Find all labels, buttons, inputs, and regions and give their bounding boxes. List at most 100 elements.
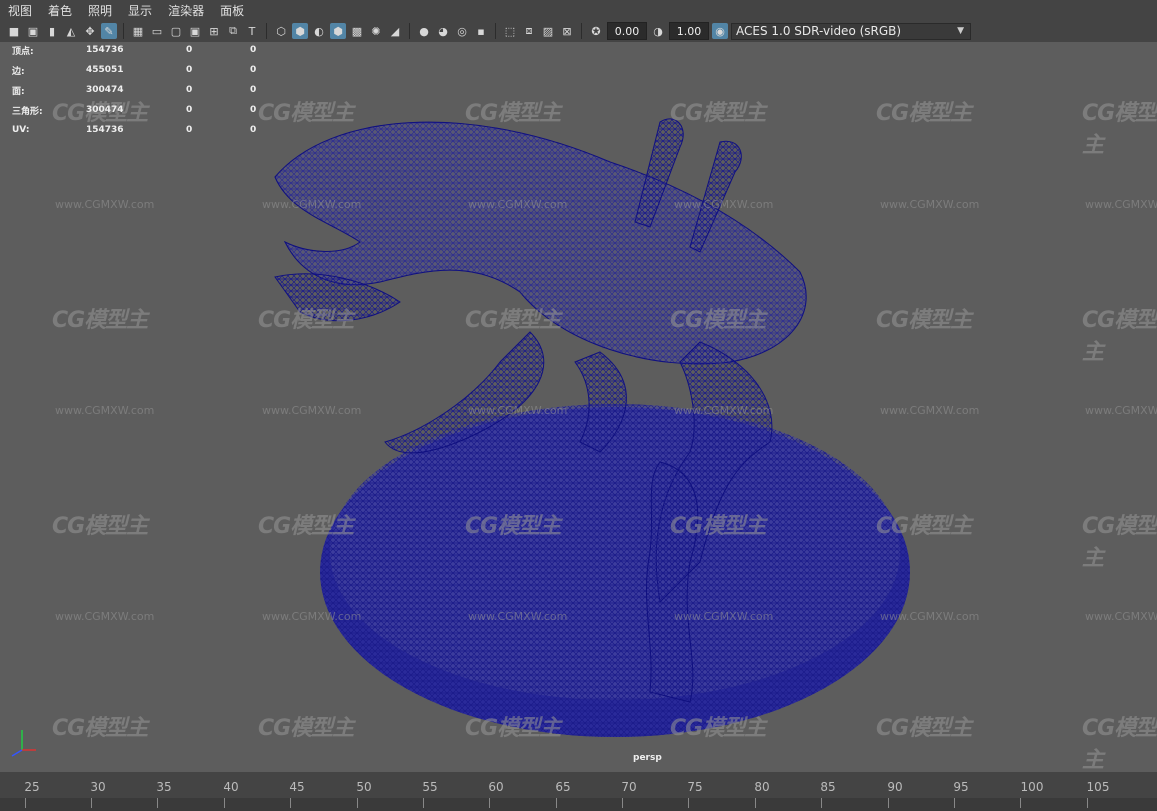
xray-icon[interactable]: ▨ <box>540 23 556 39</box>
watermark-logo: CG模型主 <box>670 514 766 539</box>
watermark-url: www.CGMXW.com <box>468 198 568 211</box>
frame-tick-label: 45 <box>289 780 305 794</box>
watermark-logo: CG模型主 <box>876 308 972 333</box>
color-management-icon[interactable]: ◉ <box>712 23 728 39</box>
textured-icon[interactable]: ▩ <box>349 23 365 39</box>
frame-tick-label: 40 <box>223 780 239 794</box>
frame-tick <box>755 798 756 808</box>
time-slider[interactable]: 25 30 35 40 45 50 55 60 65 70 75 80 85 9… <box>0 772 1157 811</box>
default-material-icon[interactable]: ◐ <box>311 23 327 39</box>
gate-mask-icon[interactable]: ▣ <box>187 23 203 39</box>
field-chart-icon[interactable]: ⊞ <box>206 23 222 39</box>
watermark-logo: CG模型主 <box>876 716 972 741</box>
gamma-icon[interactable]: ◑ <box>650 23 666 39</box>
camera-attributes-icon[interactable]: ▣ <box>25 23 41 39</box>
film-gate-icon[interactable]: ▭ <box>149 23 165 39</box>
camera-name-label: persp <box>633 753 662 763</box>
select-icon[interactable]: ⬚ <box>502 23 518 39</box>
frame-tick <box>290 798 291 808</box>
camera-icon[interactable]: ■ <box>6 23 22 39</box>
watermark-logo: CG模型主 <box>876 514 972 539</box>
watermark-logo: CG模型主 <box>258 514 354 539</box>
shadows-icon[interactable]: ◢ <box>387 23 403 39</box>
resolution-gate-icon[interactable]: ▢ <box>168 23 184 39</box>
menu-bar: 视图 着色 照明 显示 渲染器 面板 <box>0 0 1157 20</box>
watermark-url: www.CGMXW.com <box>880 198 980 211</box>
pan-zoom-icon[interactable]: ✥ <box>82 23 98 39</box>
isolate-select-icon[interactable]: ⧈ <box>521 23 537 39</box>
wireframe-icon[interactable]: ⬡ <box>273 23 289 39</box>
frame-tick <box>489 798 490 808</box>
hud-value: 0 <box>186 125 193 135</box>
hud-label: UV: <box>12 125 30 135</box>
time-slider-track[interactable] <box>0 798 1157 811</box>
hud-label: 面: <box>12 86 25 97</box>
frame-tick-label: 30 <box>90 780 106 794</box>
wireframe-model <box>274 118 910 737</box>
frame-tick <box>423 798 424 808</box>
toolbar-divider <box>581 23 582 39</box>
menu-shading[interactable]: 着色 <box>40 2 80 19</box>
watermark-logo: CG模型主 <box>1082 716 1157 773</box>
exposure-field[interactable]: 0.00 <box>607 22 647 40</box>
anti-aliasing-icon[interactable]: ◎ <box>454 23 470 39</box>
frame-tick-label: 85 <box>820 780 836 794</box>
hud-label: 顶点: <box>12 46 34 57</box>
watermark-logo: CG模型主 <box>52 716 148 741</box>
panel-toolbar: ■ ▣ ▮ ◭ ✥ ✎ ▦ ▭ ▢ ▣ ⊞ ⧉ T ⬡ ⬢ ◐ ⬢ ▩ ✺ ◢ … <box>0 20 1157 42</box>
frame-tick <box>1087 798 1088 808</box>
ambient-occlusion-icon[interactable]: ● <box>416 23 432 39</box>
watermark-logo: CG模型主 <box>52 308 148 333</box>
frame-tick-label: 60 <box>488 780 504 794</box>
grease-pencil-icon[interactable]: ✎ <box>101 23 117 39</box>
viewport[interactable]: CG模型主 CG模型主 CG模型主 CG模型主 CG模型主 CG模型主 www.… <box>0 42 1157 773</box>
bookmark-icon[interactable]: ▮ <box>44 23 60 39</box>
menu-lighting[interactable]: 照明 <box>80 2 120 19</box>
menu-show[interactable]: 显示 <box>120 2 160 19</box>
colorspace-dropdown[interactable]: ACES 1.0 SDR-video (sRGB) ▼ <box>731 22 971 40</box>
frame-tick-label: 100 <box>1020 780 1044 794</box>
colorspace-value: ACES 1.0 SDR-video (sRGB) <box>736 24 902 38</box>
frame-tick-label: 105 <box>1086 780 1110 794</box>
watermark-url: www.CGMXW.com <box>468 610 568 623</box>
frame-tick <box>688 798 689 808</box>
wireframe-on-shaded-icon[interactable]: ⬢ <box>330 23 346 39</box>
watermark-url: www.CGMXW.com <box>262 610 362 623</box>
hud-value: 300474 <box>86 85 124 95</box>
menu-renderer[interactable]: 渲染器 <box>160 2 212 19</box>
frame-tick-label: 35 <box>156 780 172 794</box>
exposure-icon[interactable]: ✪ <box>588 23 604 39</box>
watermark-logo: CG模型主 <box>258 308 354 333</box>
hud-value: 300474 <box>86 105 124 115</box>
menu-view[interactable]: 视图 <box>0 2 40 19</box>
motion-blur-icon[interactable]: ◕ <box>435 23 451 39</box>
menu-panels[interactable]: 面板 <box>212 2 252 19</box>
image-plane-icon[interactable]: ◭ <box>63 23 79 39</box>
frame-tick <box>888 798 889 808</box>
xray-joints-icon[interactable]: ⊠ <box>559 23 575 39</box>
smooth-shade-icon[interactable]: ⬢ <box>292 23 308 39</box>
hud-row-faces: 面: 300474 0 0 <box>12 80 256 100</box>
watermark-url: www.CGMXW.com <box>55 198 155 211</box>
gamma-field[interactable]: 1.00 <box>669 22 709 40</box>
lighting-icon[interactable]: ✺ <box>368 23 384 39</box>
frame-tick <box>157 798 158 808</box>
watermark-url: www.CGMXW.com <box>674 610 774 623</box>
frame-tick <box>821 798 822 808</box>
frame-tick-label: 55 <box>422 780 438 794</box>
frame-tick <box>91 798 92 808</box>
toolbar-divider <box>123 23 124 39</box>
frame-tick <box>357 798 358 808</box>
watermark-url: www.CGMXW.com <box>468 404 568 417</box>
watermark-logo: CG模型主 <box>1082 514 1157 571</box>
frame-tick-label: 75 <box>687 780 703 794</box>
watermark-url: www.CGMXW.com <box>880 610 980 623</box>
grid-icon[interactable]: ▦ <box>130 23 146 39</box>
watermark-logo: CG模型主 <box>670 308 766 333</box>
safe-action-icon[interactable]: ⧉ <box>225 23 241 39</box>
safe-title-icon[interactable]: T <box>244 23 260 39</box>
frame-tick-label: 50 <box>356 780 372 794</box>
watermark-logo: CG模型主 <box>258 716 354 741</box>
depth-of-field-icon[interactable]: ▪ <box>473 23 489 39</box>
heads-up-display-poly-count: 顶点: 154736 0 0 边: 455051 0 0 面: 300474 0… <box>12 40 256 140</box>
